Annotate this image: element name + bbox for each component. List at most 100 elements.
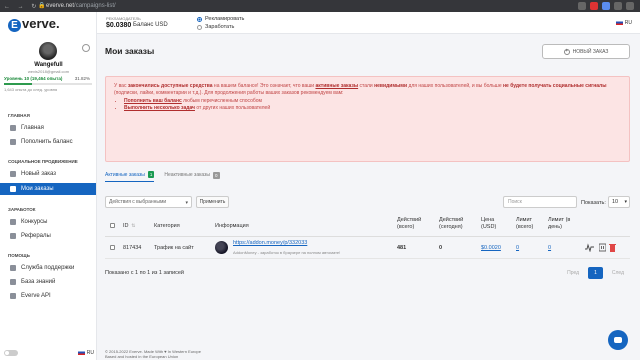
new-order-label: НОВЫЙ ЗАКАЗ: [572, 48, 609, 55]
trophy-icon: [10, 219, 16, 225]
pause-icon[interactable]: [599, 243, 606, 252]
browser-nav-buttons[interactable]: ← → ↻: [4, 3, 39, 10]
sidebar-item-label: База знаний: [21, 279, 56, 285]
col-limit-total[interactable]: Лимит (всего): [516, 217, 540, 231]
sidebar: Everve. Wangefull wevis2018@gmail.com Ур…: [0, 12, 97, 360]
sidebar-item-label: Рефералы: [21, 233, 51, 239]
sidebar-item-support[interactable]: Служба поддержки: [0, 262, 96, 274]
select-all-checkbox[interactable]: [110, 223, 115, 228]
balance-label: РЕКЛАМОДАТЕЛЬ: [106, 16, 141, 21]
sidebar-footer: RU: [4, 349, 94, 357]
row-url-link[interactable]: https://addon.money/p/332033: [233, 240, 307, 246]
language-switch[interactable]: RU: [77, 350, 94, 356]
orders-table-card: Действия с выбранными ▾ Применить Поиск П…: [105, 186, 630, 294]
bulk-action-value: Действия с выбранными: [109, 199, 167, 205]
apply-button[interactable]: Применить: [196, 196, 229, 208]
suggestion-tasks: Выполнить несколько задач от других наши…: [124, 105, 621, 112]
user-email: wevis2018@gmail.com: [27, 69, 70, 74]
page-size-value: 10: [612, 199, 619, 205]
extension-icon[interactable]: [590, 2, 598, 10]
active-orders-link[interactable]: активные заказы: [315, 83, 358, 89]
sidebar-item-label: Новый заказ: [21, 171, 57, 177]
sidebar-item-my-orders[interactable]: Мои заказы: [0, 183, 96, 195]
app: Everve. Wangefull wevis2018@gmail.com Ур…: [0, 12, 640, 360]
col-price[interactable]: Цена (USD): [481, 217, 503, 231]
sidebar-item-contests[interactable]: Конкурсы: [0, 216, 96, 228]
browser-chrome: ← → ↻ 🔒 everve.net/campaigns-list/: [0, 0, 640, 12]
tab-active-orders[interactable]: Активные заказы 1: [105, 171, 155, 182]
row-description: AddonMoney - заработок в браузере на пол…: [233, 250, 341, 255]
next-page-button[interactable]: След: [606, 267, 630, 279]
footer-hosting: Based and hosted in the European Union: [105, 354, 179, 359]
row-price[interactable]: $0.0020: [481, 245, 501, 251]
sidebar-item-home[interactable]: Главная: [0, 122, 96, 134]
flag-icon: [77, 350, 85, 356]
page-size-select[interactable]: 10 ▾: [608, 196, 630, 208]
sidebar-item-knowledge-base[interactable]: База знаний: [0, 276, 96, 288]
language-switch-top[interactable]: RU: [615, 20, 632, 26]
col-category[interactable]: Категория: [154, 223, 180, 230]
profile-icon[interactable]: [614, 2, 622, 10]
section-help-title: ПОМОЩЬ: [8, 253, 30, 258]
chat-button[interactable]: [608, 330, 628, 350]
home-icon: [10, 125, 16, 131]
row-limit-day[interactable]: 0: [548, 245, 551, 251]
avatar[interactable]: [39, 42, 57, 60]
footer: © 2015-2022 Everve. Made With ♥ In Weste…: [105, 349, 201, 359]
col-actions-today[interactable]: Действий (сегодня): [439, 217, 475, 231]
stats-icon[interactable]: [585, 243, 594, 252]
mode-advertise-label: Рекламировать: [205, 16, 245, 22]
level-progress-fill: [4, 83, 32, 85]
extension-icon[interactable]: [578, 2, 586, 10]
mode-earn-radio[interactable]: Заработать: [197, 24, 234, 30]
page-1-button[interactable]: 1: [588, 267, 603, 279]
table-row: 817434 Трафик на сайт https://addon.mone…: [105, 237, 630, 259]
user-level: Уровень 10 (19,464 опыта): [4, 76, 63, 81]
new-order-button[interactable]: + НОВЫЙ ЗАКАЗ: [542, 44, 630, 59]
sidebar-item-label: Служба поддержки: [21, 265, 75, 271]
search-input[interactable]: Поиск: [503, 196, 577, 208]
chevron-down-icon: ▾: [185, 200, 188, 206]
tab-inactive-orders[interactable]: Неактивные заказы 0: [164, 171, 220, 182]
order-tabs: Активные заказы 1 Неактивные заказы 0: [105, 171, 220, 182]
wallet-icon: [10, 139, 16, 145]
bulk-action-select[interactable]: Действия с выбранными ▾: [105, 196, 192, 208]
sidebar-item-api[interactable]: Everve API: [0, 290, 96, 302]
topup-link[interactable]: Пополнить ваш баланс: [124, 98, 182, 104]
col-actions-total[interactable]: Действий (всего): [397, 217, 433, 231]
low-balance-alert: У вас закончились доступные средства на …: [105, 76, 630, 162]
address-bar[interactable]: everve.net/campaigns-list/: [46, 3, 116, 9]
col-info[interactable]: Информация: [215, 223, 249, 230]
theme-toggle[interactable]: [4, 350, 18, 356]
sidebar-item-label: Мои заказы: [21, 186, 54, 192]
list-icon: [10, 186, 16, 192]
row-limit-total[interactable]: 0: [516, 245, 519, 251]
sidebar-item-topup[interactable]: Пополнить баланс: [0, 136, 96, 148]
user-name: Wangefull: [34, 62, 63, 68]
code-icon: [10, 293, 16, 299]
page-title: Мои заказы: [105, 46, 155, 56]
sidebar-item-new-order[interactable]: Новый заказ: [0, 168, 96, 180]
col-id[interactable]: ID ⇅: [123, 223, 136, 230]
sort-icon: ⇅: [131, 223, 136, 229]
tasks-link[interactable]: Выполнить несколько задач: [124, 105, 195, 111]
alert-text: У вас закончились доступные средства на …: [114, 83, 607, 96]
url-path: /campaigns-list/: [74, 3, 116, 9]
language-label: RU: [624, 20, 632, 26]
row-checkbox[interactable]: [110, 245, 115, 250]
trash-icon[interactable]: [609, 243, 616, 252]
mode-advertise-radio[interactable]: Рекламировать: [197, 16, 244, 22]
col-limit-day[interactable]: Лимит (в день): [548, 217, 576, 231]
menu-icon[interactable]: [626, 2, 634, 10]
logo[interactable]: Everve.: [8, 16, 60, 32]
sidebar-item-referrals[interactable]: Рефералы: [0, 230, 96, 242]
extension-icon[interactable]: [602, 2, 610, 10]
plus-circle-icon: +: [563, 48, 570, 55]
power-icon[interactable]: [82, 44, 90, 52]
prev-page-button[interactable]: Пред: [561, 267, 585, 279]
sidebar-item-label: Пополнить баланс: [21, 139, 73, 145]
balance-currency: Баланс USD: [133, 22, 168, 28]
pagination: Пред 1 След: [561, 267, 630, 279]
level-note: 1,643 опыта до след. уровня: [4, 87, 58, 92]
tab-count-badge: 0: [213, 171, 220, 179]
